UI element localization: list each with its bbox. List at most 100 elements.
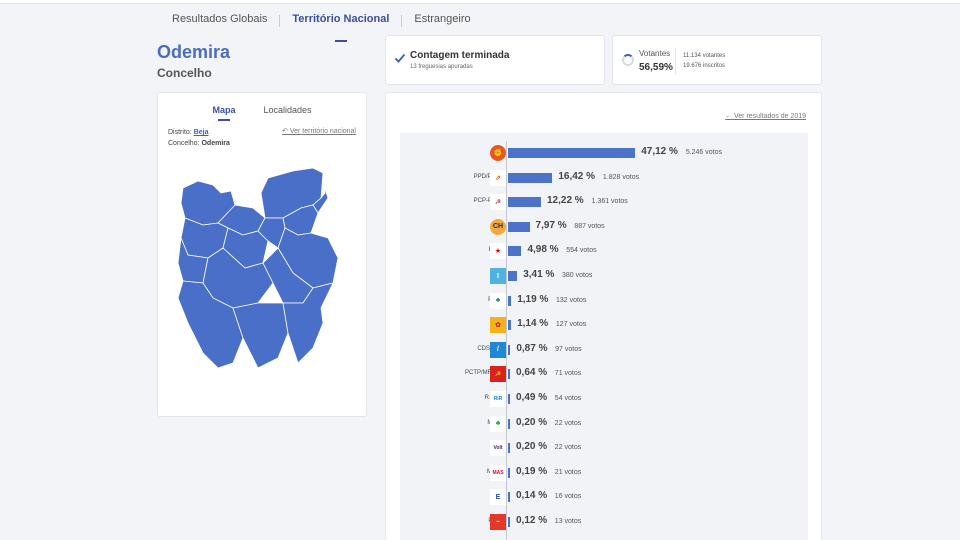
party-row[interactable]: PCP-PEV ☭ 12,22 % 1.361 votos [400, 192, 808, 212]
status-subtitle: 13 freguesias apuradas [410, 64, 473, 70]
result-percent: 4,98 % [527, 244, 559, 256]
volt-logo-icon: Volt [490, 440, 506, 457]
top-bar [0, 0, 960, 4]
result-percent: 16,42 % [558, 170, 596, 182]
result-percent: 3,41 % [523, 269, 555, 280]
party-row[interactable]: ILI3,41 %380 votos [400, 266, 808, 286]
party-row[interactable]: EE0,14 %16 votos [400, 487, 808, 507]
tab-mapa[interactable]: Mapa [198, 105, 249, 121]
undo-arrow-icon: ↶ [282, 128, 288, 135]
result-percent: 47,12 % [641, 146, 678, 157]
result-votes: 132 votos [556, 296, 587, 304]
status-title: Contagem terminada [410, 50, 510, 61]
result-votes: 71 votos [554, 370, 582, 378]
result-bar [508, 320, 512, 331]
page-title: Odemira [157, 42, 231, 62]
livre-flower-icon: ✿ [490, 317, 506, 334]
result-percent: 1,19 % [517, 293, 549, 305]
district-link[interactable]: Beja [194, 129, 209, 136]
page-subtitle: Concelho [157, 66, 212, 80]
result-votes: 54 votos [554, 395, 582, 402]
status-card: Contagem terminada 13 freguesias apurada… [385, 35, 605, 85]
party-row[interactable]: PAN♣1,19 %132 votos [400, 291, 808, 311]
party-row[interactable]: CDS-PP/0,87 % 97 votos [400, 340, 808, 360]
result-bar [508, 246, 522, 257]
result-percent: 0,20 % [516, 441, 548, 453]
previous-results-label: Ver resultados de 2019 [734, 113, 806, 120]
result-percent: 0,64 % [516, 367, 548, 379]
party-row[interactable]: R.I.R.RIR0,49 %54 votos [400, 389, 808, 409]
party-row[interactable]: MPT♣0,20 %22 votos [400, 414, 808, 434]
result-votes: 887 votos [574, 222, 605, 230]
rir-logo-icon: RIR [490, 391, 506, 407]
council-value: Odemira [201, 140, 230, 147]
ptp-logo-icon: ~ [490, 514, 506, 530]
map-card: Mapa Localidades Distrito: Beja Concelho… [157, 92, 367, 417]
result-percent: 1,14 % [517, 318, 549, 330]
party-row[interactable]: B.E.★4,98 %554 votos [400, 241, 808, 261]
party-row[interactable]: PCTP/MRPP ☭ 0,64 % 71 votos [400, 364, 808, 384]
tab-territorio-nacional[interactable]: Território Nacional [280, 12, 401, 42]
location-info: Distrito: Beja Concelho: Odemira [168, 127, 230, 149]
check-icon [394, 53, 406, 63]
party-row[interactable]: VPVolt0,20 %22 votos [400, 438, 808, 458]
previous-results-link[interactable]: ← Ver resultados de 2019 [725, 113, 806, 120]
result-bar [508, 148, 636, 158]
result-votes: 380 votos [562, 272, 593, 279]
turnout-percent: 56,59% [639, 62, 673, 73]
mpt-clover-icon: ♣ [490, 415, 506, 432]
result-bar [508, 172, 553, 183]
voters-count: 11.134 votantes [683, 53, 726, 59]
result-percent: 0,20 % [516, 416, 548, 428]
il-logo-icon: I [490, 268, 506, 284]
tab-estrangeiro[interactable]: Estrangeiro [402, 12, 482, 30]
result-votes: 16 votos [554, 493, 582, 501]
party-row[interactable]: MASMAS0,19 %21 votos [400, 463, 808, 483]
result-votes: 22 votos [554, 444, 582, 452]
party-row[interactable]: PTP~0,12 %13 votos [400, 512, 808, 532]
result-percent: 12,22 % [546, 195, 584, 207]
results-card: ← Ver resultados de 2019 PS✊47,12 %5.246… [385, 92, 822, 540]
mas-logo-icon: MAS [490, 464, 506, 481]
turnout-card: Votantes 56,59% 11.134 votantes 19.676 i… [612, 35, 822, 85]
ps-rose-fist-icon: ✊ [490, 145, 506, 161]
tab-localidades[interactable]: Localidades [249, 105, 325, 115]
result-bar [508, 517, 510, 527]
result-bar [508, 394, 510, 404]
result-bar [508, 271, 518, 281]
turnout-ring-icon [622, 54, 634, 66]
party-row[interactable]: CHCH7,97 %887 votos [400, 217, 808, 237]
result-percent: 0,12 % [516, 515, 548, 526]
national-territory-label: Ver território nacional [289, 128, 356, 135]
result-bar [508, 369, 510, 380]
ch-logo-icon: CH [490, 218, 506, 235]
registered-count: 19.676 inscritos [683, 63, 726, 69]
result-percent: 7,97 % [535, 219, 567, 231]
party-row[interactable]: PS✊47,12 %5.246 votos [400, 143, 808, 163]
main-tabs: Resultados Globais Território Nacional E… [160, 12, 483, 42]
national-territory-link[interactable]: ↶ Ver território nacional [282, 127, 356, 135]
result-bar [508, 344, 511, 355]
result-votes: 5.246 votos [685, 149, 723, 156]
arrow-left-icon: ← [725, 113, 733, 120]
result-percent: 0,14 % [516, 490, 548, 502]
party-row[interactable]: L✿1,14 %127 votos [400, 315, 808, 335]
tab-resultados-globais[interactable]: Resultados Globais [160, 12, 279, 30]
result-bar [508, 197, 541, 208]
party-row[interactable]: PPD/PSD ⇗ 16,42 % 1.828 votos [400, 168, 808, 188]
result-percent: 0,87 % [516, 342, 548, 354]
council-label: Concelho: [168, 140, 200, 147]
map-subtabs: Mapa Localidades [158, 105, 366, 121]
ergue-te-logo-icon: E [490, 489, 506, 506]
result-votes: 127 votos [555, 321, 587, 329]
result-bar [508, 467, 510, 478]
result-percent: 0,49 % [516, 392, 548, 403]
district-label: Distrito: [168, 129, 192, 136]
result-votes: 22 votos [554, 419, 582, 427]
result-bar [508, 295, 512, 306]
pctp-mrpp-flag-icon: ☭ [490, 366, 506, 383]
pan-tree-icon: ♣ [490, 292, 506, 309]
pcp-pev-hammer-sickle-icon: ☭ [490, 194, 506, 211]
result-votes: 21 votos [554, 468, 582, 476]
turnout-detail: 11.134 votantes 19.676 inscritos [683, 51, 725, 71]
